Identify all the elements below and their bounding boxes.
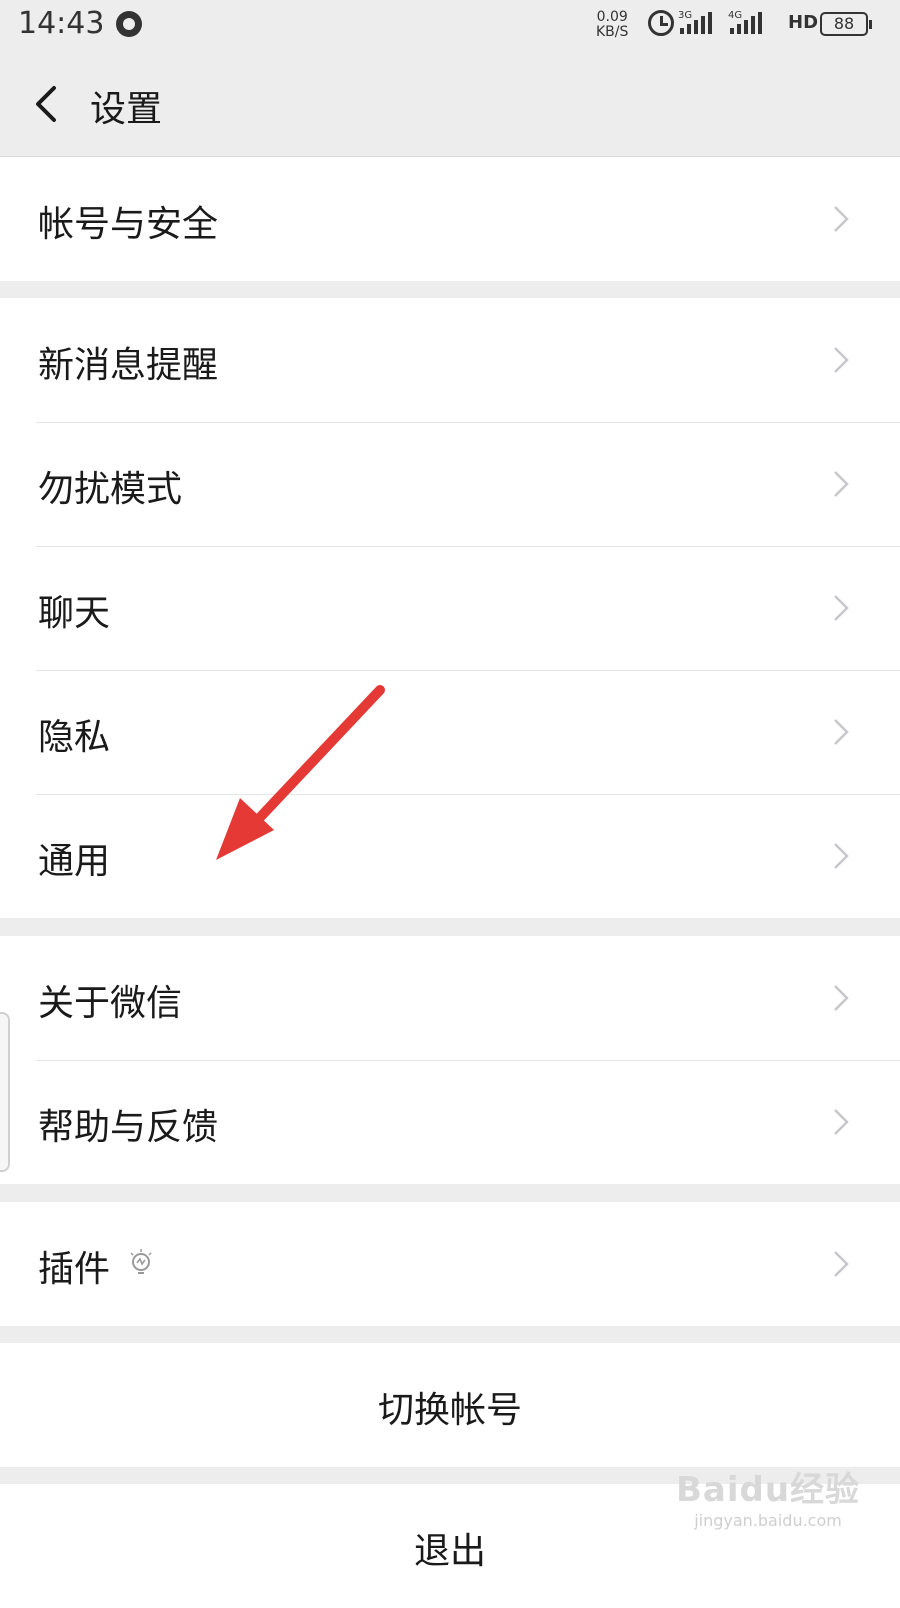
signal-4g-tag: 4G: [728, 10, 743, 21]
switch-account-label: 切换帐号: [377, 1390, 522, 1431]
watermark-url: jingyan.baidu.com: [694, 1511, 842, 1530]
navigation-bar: 设置: [0, 52, 900, 157]
network-speed-unit: KB/S: [596, 24, 629, 40]
chevron-right-icon: [834, 1251, 849, 1277]
signal-3g-tag: 3G: [678, 10, 693, 21]
menu-item-chat[interactable]: 聊天: [0, 546, 900, 670]
menu-item-label: 插件: [38, 1249, 111, 1290]
edge-drag-handle[interactable]: [0, 1012, 10, 1172]
menu-item-privacy[interactable]: 隐私: [0, 670, 900, 794]
settings-group-about: 关于微信 帮助与反馈: [0, 936, 900, 1184]
menu-item-label: 帮助与反馈: [38, 1107, 219, 1148]
watermark-logo: Baidu经验: [676, 1470, 861, 1510]
settings-group-main: 新消息提醒 勿扰模式 聊天 隐私 通用: [0, 298, 900, 918]
battery-icon: 88: [820, 12, 872, 36]
switch-account-group: 切换帐号: [0, 1343, 900, 1467]
signal-4g-icon: 4G: [728, 10, 770, 38]
hd-voice-icon: HD: [788, 12, 819, 33]
menu-item-label: 帐号与安全: [38, 204, 219, 245]
menu-item-new-message-alerts[interactable]: 新消息提醒: [0, 298, 900, 422]
switch-account-button[interactable]: 切换帐号: [0, 1343, 900, 1467]
page-title: 设置: [90, 89, 163, 130]
settings-group-account: 帐号与安全: [0, 157, 900, 281]
chevron-right-icon: [834, 985, 849, 1011]
chevron-right-icon: [834, 595, 849, 621]
signal-3g-icon: 3G: [678, 10, 720, 38]
chevron-right-icon: [834, 719, 849, 745]
menu-item-general[interactable]: 通用: [0, 794, 900, 918]
menu-item-plugins[interactable]: 插件: [0, 1202, 900, 1326]
menu-item-label: 隐私: [38, 717, 111, 758]
chevron-right-icon: [834, 471, 849, 497]
status-bar: 14:43 0.09 KB/S 3G 4G HD 88: [0, 0, 900, 52]
settings-group-plugins: 插件: [0, 1202, 900, 1326]
chevron-right-icon: [834, 206, 849, 232]
menu-item-label: 关于微信: [38, 983, 183, 1024]
menu-item-help-feedback[interactable]: 帮助与反馈: [0, 1060, 900, 1184]
menu-item-label: 新消息提醒: [38, 345, 219, 386]
menu-item-account-security[interactable]: 帐号与安全: [0, 157, 900, 281]
alarm-icon: [648, 10, 674, 36]
chevron-right-icon: [834, 843, 849, 869]
menu-item-label: 聊天: [38, 593, 111, 634]
logout-label: 退出: [413, 1531, 486, 1572]
network-speed: 0.09 KB/S: [596, 10, 628, 40]
menu-item-label: 通用: [38, 841, 111, 882]
status-time: 14:43: [18, 6, 105, 41]
chevron-left-icon: [36, 86, 56, 122]
back-button[interactable]: [30, 82, 70, 126]
baidu-jingyan-watermark: Baidu经验 jingyan.baidu.com: [676, 1462, 860, 1530]
network-speed-value: 0.09: [596, 9, 628, 25]
chevron-right-icon: [834, 1109, 849, 1135]
lightbulb-icon: [130, 1249, 152, 1274]
chevron-right-icon: [834, 347, 849, 373]
menu-item-about-wechat[interactable]: 关于微信: [0, 936, 900, 1060]
menu-item-do-not-disturb[interactable]: 勿扰模式: [0, 422, 900, 546]
notification-dot-icon: [116, 11, 142, 37]
menu-item-label: 勿扰模式: [38, 469, 183, 510]
